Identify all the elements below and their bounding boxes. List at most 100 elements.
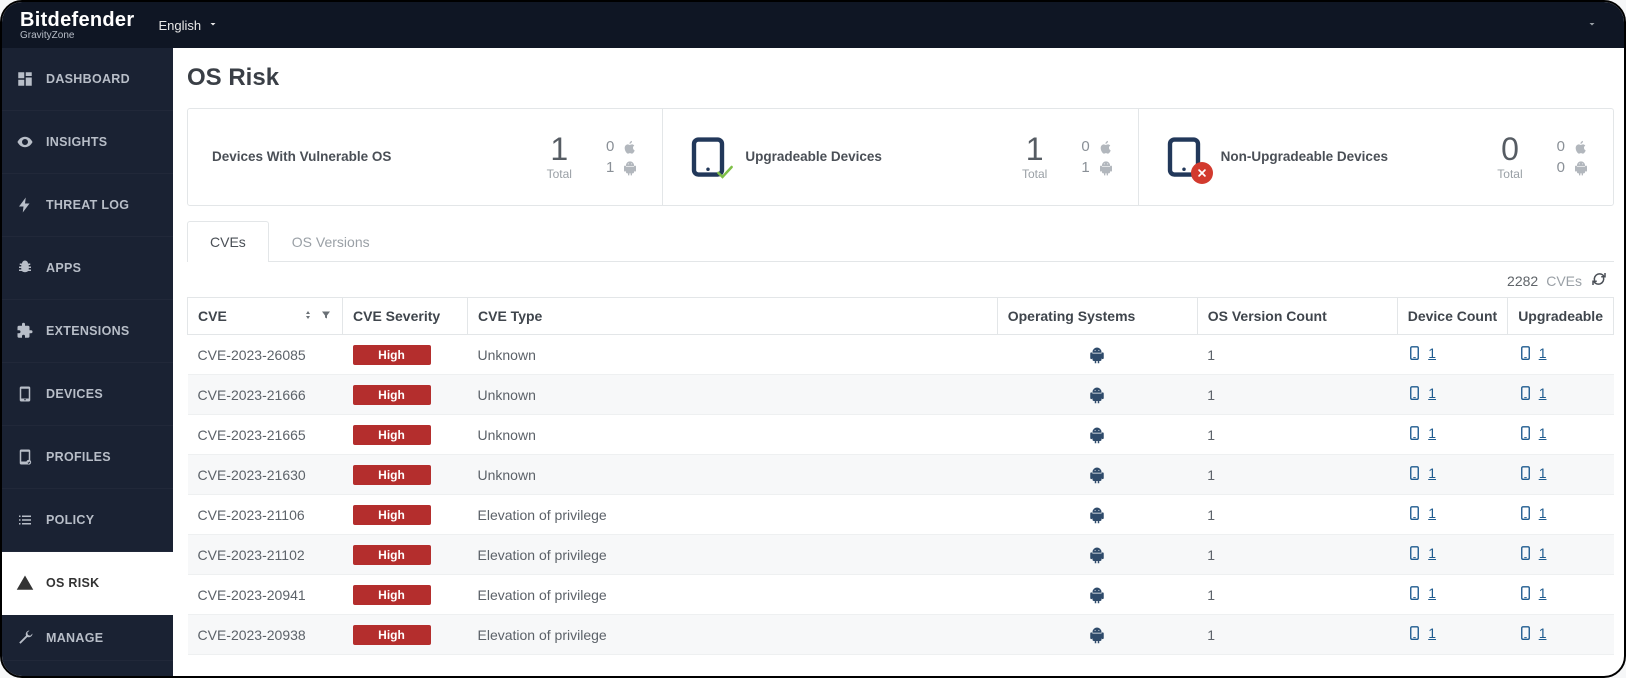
sidebar-item-dashboard[interactable]: DASHBOARD [2,48,173,111]
apple-icon [1573,139,1589,155]
manage-icon [16,629,34,647]
device-count-link[interactable]: 1 [1407,503,1436,523]
device-count-link[interactable]: 1 [1407,423,1436,443]
cve-type: Elevation of privilege [468,535,998,575]
table-row[interactable]: CVE-2023-21666 High Unknown 1 1 1 [188,375,1614,415]
profiles-icon [16,448,34,466]
column-device-count[interactable]: Device Count [1397,298,1507,335]
column-cve-type[interactable]: CVE Type [468,298,998,335]
sidebar-item-apps[interactable]: APPS [2,237,173,300]
threat-icon [16,196,34,214]
sidebar-item-label: THREAT LOG [46,198,129,212]
column-operating-systems[interactable]: Operating Systems [997,298,1197,335]
sidebar: DASHBOARDINSIGHTS THREAT LOG APPSEXTENSION… [2,48,173,676]
sort-icon[interactable] [302,308,314,324]
device-count-link[interactable]: 1 [1407,383,1436,403]
device-count-link[interactable]: 1 [1518,503,1547,523]
table-row[interactable]: CVE-2023-20941 High Elevation of privile… [188,575,1614,615]
device-count-link[interactable]: 1 [1518,543,1547,563]
card-total-value: 0 [1501,133,1519,165]
sidebar-item-label: POLICY [46,513,94,527]
column-upgradeable[interactable]: Upgradeable [1508,298,1614,335]
account-menu[interactable] [1578,9,1606,41]
cve-type: Unknown [468,455,998,495]
column-os-version-count[interactable]: OS Version Count [1197,298,1397,335]
policy-icon [16,511,34,529]
tablet-x-icon [1163,136,1205,178]
upgradeable-count: 1 [1508,415,1614,455]
table-meta: 2282 CVEs [187,262,1614,297]
upgradeable-count: 1 [1508,375,1614,415]
os-cell [997,415,1197,455]
android-count: 1 [1081,159,1113,176]
device-count-link[interactable]: 1 [1518,343,1547,363]
android-icon [1088,506,1106,524]
table-row[interactable]: CVE-2023-21665 High Unknown 1 1 1 [188,415,1614,455]
language-selector[interactable]: English [158,18,219,33]
os-cell [997,495,1197,535]
card-total: 1 Total [547,133,572,181]
upgradeable-count: 1 [1508,575,1614,615]
apple-count: 0 [606,138,638,155]
device-count: 1 [1397,335,1507,375]
cve-id: CVE-2023-21666 [188,375,343,415]
upgradeable-count: 1 [1508,335,1614,375]
tab-os-versions[interactable]: OS Versions [269,221,393,262]
refresh-button[interactable] [1590,270,1608,291]
device-count-link[interactable]: 1 [1407,463,1436,483]
sidebar-item-label: PROFILES [46,450,111,464]
device-count-link[interactable]: 1 [1518,463,1547,483]
device-count-link[interactable]: 1 [1518,423,1547,443]
device-count-link[interactable]: 1 [1518,583,1547,603]
android-icon [1088,426,1106,444]
device-count-link[interactable]: 1 [1518,623,1547,643]
os-version-count: 1 [1197,375,1397,415]
upgradeable-count: 1 [1508,615,1614,655]
dashboard-icon [16,70,34,88]
osrisk-icon [16,574,34,592]
sidebar-item-manage[interactable]: MANAGE [2,615,173,661]
cve-type: Elevation of privilege [468,575,998,615]
device-count-link[interactable]: 1 [1407,543,1436,563]
card-label: Non-Upgradeable Devices [1221,148,1482,166]
sidebar-item-threat-log[interactable]: THREAT LOG [2,174,173,237]
sidebar-item-label: DEVICES [46,387,103,401]
device-count-link[interactable]: 1 [1407,583,1436,603]
sidebar-item-profiles[interactable]: PROFILES [2,426,173,489]
os-version-count: 1 [1197,535,1397,575]
filter-icon[interactable] [320,308,332,324]
table-row[interactable]: CVE-2023-21106 High Elevation of privile… [188,495,1614,535]
tab-cves[interactable]: CVEs [187,221,269,262]
apple-icon [1098,139,1114,155]
device-count-link[interactable]: 1 [1407,623,1436,643]
sidebar-item-insights[interactable]: INSIGHTS [2,111,173,174]
column-cve[interactable]: CVE [188,298,343,335]
language-label: English [158,18,201,33]
summary-card: Upgradeable Devices 1 Total 0 1 [663,109,1138,205]
android-icon [1088,546,1106,564]
table-row[interactable]: CVE-2023-21102 High Elevation of privile… [188,535,1614,575]
card-total-value: 1 [550,133,568,165]
android-icon [1088,586,1106,604]
column-cve-severity[interactable]: CVE Severity [343,298,468,335]
cve-severity: High [343,495,468,535]
upgradeable-count: 1 [1508,495,1614,535]
device-count-link[interactable]: 1 [1407,343,1436,363]
os-version-count: 1 [1197,615,1397,655]
android-icon [1098,160,1114,176]
sidebar-item-extensions[interactable]: EXTENSIONS [2,300,173,363]
sidebar-item-policy[interactable]: POLICY [2,489,173,552]
device-count: 1 [1397,375,1507,415]
os-cell [997,375,1197,415]
table-row[interactable]: CVE-2023-20938 High Elevation of privile… [188,615,1614,655]
device-count-link[interactable]: 1 [1518,383,1547,403]
sidebar-item-os-risk[interactable]: OS RISK [2,552,173,615]
table-row[interactable]: CVE-2023-26085 High Unknown 1 1 1 [188,335,1614,375]
os-version-count: 1 [1197,575,1397,615]
sidebar-item-devices[interactable]: DEVICES [2,363,173,426]
card-total-label: Total [547,167,572,181]
table-row[interactable]: CVE-2023-21630 High Unknown 1 1 1 [188,455,1614,495]
cve-type: Unknown [468,335,998,375]
android-count: 1 [606,159,638,176]
os-cell [997,535,1197,575]
